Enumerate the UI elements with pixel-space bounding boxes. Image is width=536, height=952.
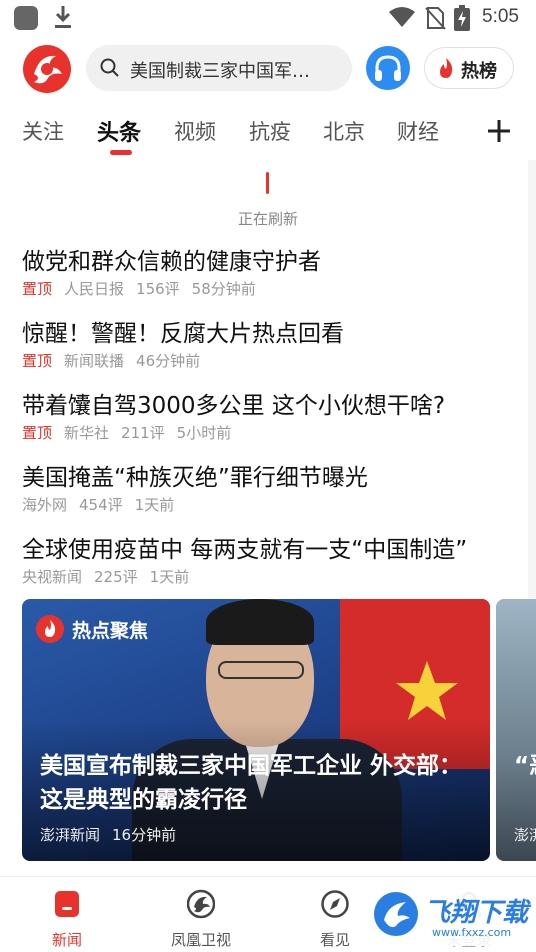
refresh-status: 正在刷新	[237, 210, 298, 228]
audio-button[interactable]	[366, 46, 410, 90]
news-meta: 央视新闻 225评 1天前	[22, 566, 201, 587]
news-time: 46分钟前	[136, 352, 201, 370]
active-tab-indicator	[110, 150, 132, 155]
search-bar[interactable]: 美国制裁三家中国军…	[86, 45, 352, 91]
watermark-text: 飞翔下载	[424, 898, 529, 928]
news-item[interactable]: 全球使用疫苗中 每两支就有一支“中国制造” 央视新闻 225评 1天前	[22, 530, 522, 594]
nav-news-label: 新闻	[51, 931, 82, 949]
nav-see[interactable]: 看见	[290, 877, 380, 952]
pinned-badge: 置顶	[22, 352, 53, 370]
nav-see-label: 看见	[319, 931, 350, 949]
flame-icon	[440, 58, 453, 78]
hot-list-button[interactable]: 热榜	[424, 47, 514, 89]
tab-follow[interactable]: 关注	[22, 116, 64, 146]
refresh-spinner	[266, 172, 269, 194]
download-icon	[55, 6, 71, 28]
hot-card-next-source: 澎湃	[514, 826, 536, 844]
wifi-icon	[389, 7, 415, 27]
compass-icon	[321, 890, 349, 918]
news-item[interactable]: 带着馕自驾3000多公里 这个小伙想干啥? 置顶 新华社 211评 5小时前	[22, 386, 522, 450]
news-time: 58分钟前	[191, 280, 256, 298]
hot-focus-label: 热点聚焦	[72, 620, 149, 642]
photo-person-hair	[206, 599, 314, 645]
news-source: 新华社	[64, 424, 110, 442]
app-icon	[14, 6, 38, 30]
nav-news[interactable]: 新闻	[22, 877, 112, 952]
nav-phoenix-tv-label: 凤凰卫视	[170, 931, 231, 949]
news-comments: 211评	[121, 424, 165, 442]
news-source: 人民日报	[64, 280, 125, 298]
hot-focus-card[interactable]: 热点聚焦 美国宣布制裁三家中国军工企业 外交部：这是典型的霸凌行径 澎湃新闻 16…	[22, 599, 490, 861]
news-comments: 156评	[136, 280, 180, 298]
nav-phoenix-tv[interactable]: 凤凰卫视	[156, 877, 246, 952]
pinned-badge: 置顶	[22, 424, 53, 442]
plus-icon[interactable]	[486, 118, 512, 144]
tab-video[interactable]: 视频	[174, 116, 216, 146]
photo-person-glasses	[218, 661, 304, 679]
channel-tabs: 关注 头条 视频 抗疫 北京 财经	[0, 106, 536, 156]
star-icon	[396, 661, 458, 720]
news-title: 美国掩盖“种族灭绝”罪行细节曝光	[22, 465, 368, 491]
hot-card-next[interactable]: “恶 复 澎湃	[496, 599, 536, 861]
no-sim-icon	[425, 7, 446, 30]
news-meta: 置顶 人民日报 156评 58分钟前	[22, 278, 268, 299]
phoenix-tv-icon	[187, 889, 215, 919]
search-hint-text: 美国制裁三家中国军…	[130, 61, 310, 82]
phoenix-logo-icon[interactable]	[22, 44, 72, 94]
pinned-badge: 置顶	[22, 280, 53, 298]
news-meta: 海外网 454评 1天前	[22, 494, 186, 515]
hot-card-time: 16分钟前	[112, 826, 177, 844]
news-item[interactable]: 做党和群众信赖的健康守护者 置顶 人民日报 156评 58分钟前	[22, 242, 522, 306]
hot-card-next-title: “恶 复	[514, 753, 536, 779]
hot-card-meta: 澎湃新闻 16分钟前	[40, 824, 188, 845]
news-time: 1天前	[134, 496, 175, 514]
news-title: 全球使用疫苗中 每两支就有一支“中国制造”	[22, 537, 468, 563]
status-time: 5:05	[482, 6, 519, 27]
news-item[interactable]: 美国掩盖“种族灭绝”罪行细节曝光 海外网 454评 1天前	[22, 458, 522, 522]
tab-finance[interactable]: 财经	[397, 116, 439, 146]
watermark-logo-icon	[374, 892, 418, 936]
search-icon	[100, 58, 119, 77]
status-bar: 5:05	[0, 0, 536, 36]
news-title: 做党和群众信赖的健康守护者	[22, 249, 321, 275]
battery-icon	[454, 5, 470, 31]
news-time: 5小时前	[176, 424, 232, 442]
news-meta: 置顶 新华社 211评 5小时前	[22, 422, 243, 443]
tab-beijing[interactable]: 北京	[323, 116, 365, 146]
news-source: 新闻联播	[64, 352, 125, 370]
news-source: 海外网	[22, 496, 68, 514]
news-icon	[55, 891, 79, 917]
watermark: 飞翔下载 www.fxxz.com	[368, 886, 532, 946]
tab-headlines[interactable]: 头条	[97, 115, 141, 147]
hot-list-label: 热榜	[461, 61, 497, 82]
watermark-url: www.fxxz.com	[432, 926, 512, 939]
news-comments: 454评	[79, 496, 123, 514]
news-meta: 置顶 新闻联播 46分钟前	[22, 350, 212, 371]
headphones-icon	[375, 55, 401, 81]
news-comments: 225评	[94, 568, 138, 586]
hot-card-source: 澎湃新闻	[40, 826, 101, 844]
news-source: 央视新闻	[22, 568, 83, 586]
news-time: 1天前	[149, 568, 190, 586]
flame-badge-icon	[36, 615, 64, 643]
hot-card-title: 美国宣布制裁三家中国军工企业 外交部：这是典型的霸凌行径	[40, 753, 463, 813]
tab-epidemic[interactable]: 抗疫	[249, 116, 291, 146]
news-item[interactable]: 惊醒！警醒！反腐大片热点回看 置顶 新闻联播 46分钟前	[22, 314, 522, 378]
news-title: 带着馕自驾3000多公里 这个小伙想干啥?	[22, 393, 446, 419]
news-title: 惊醒！警醒！反腐大片热点回看	[22, 321, 344, 347]
